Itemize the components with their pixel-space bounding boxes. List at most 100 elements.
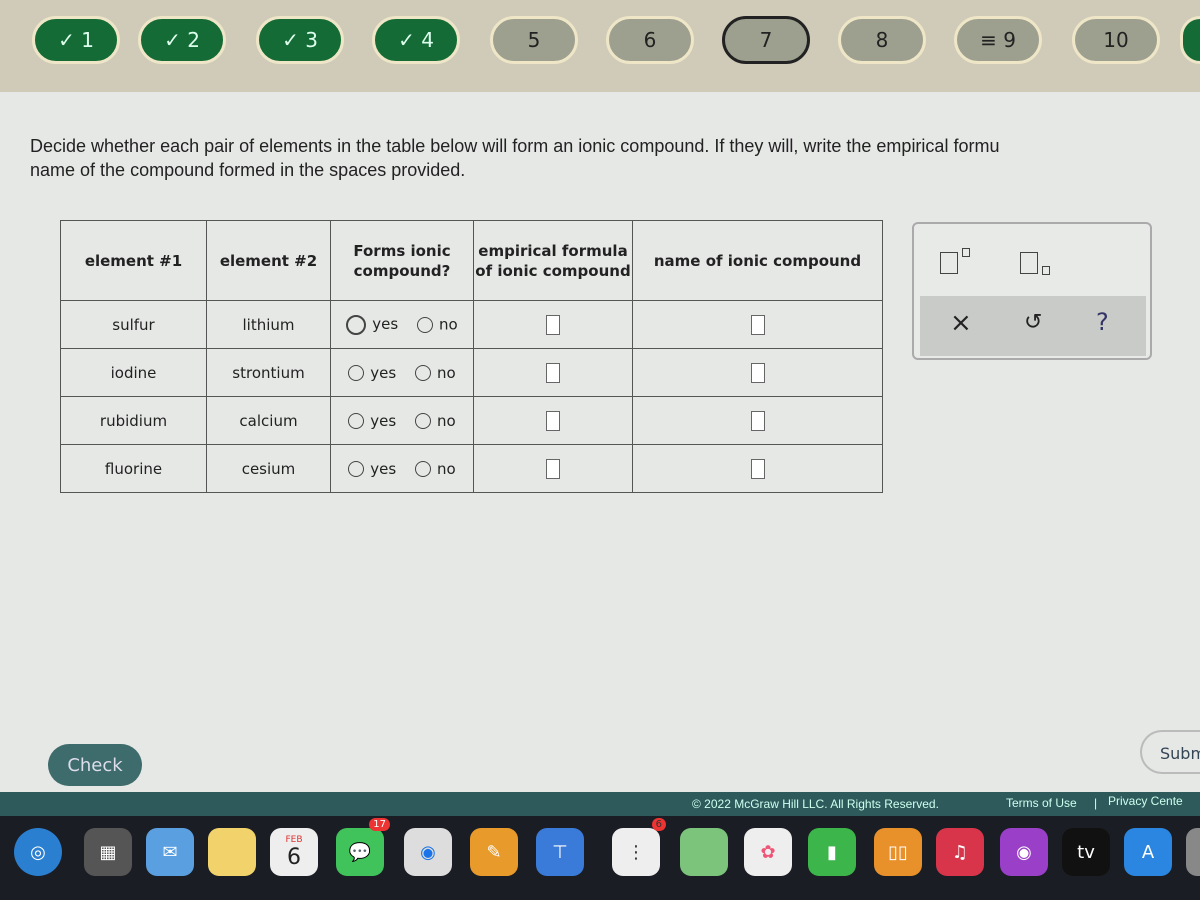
question-6-button[interactable]: 6: [606, 16, 694, 64]
no-label: no: [437, 459, 456, 478]
compound-name-cell: [632, 444, 883, 493]
question-9-button[interactable]: ≡ 9: [954, 16, 1042, 64]
subscript-icon[interactable]: [1020, 252, 1038, 274]
clear-button[interactable]: ×: [950, 308, 972, 338]
no-label: no: [437, 411, 456, 430]
header-name: name of ionic compound: [632, 220, 883, 301]
element1-cell: rubidium: [60, 396, 207, 445]
podcasts-icon[interactable]: ◉: [1000, 828, 1048, 876]
check-button[interactable]: Check: [48, 744, 142, 786]
no-label: no: [437, 363, 456, 382]
ionic-choice-cell: yes no: [330, 396, 474, 445]
element2-cell: cesium: [206, 444, 331, 493]
app-store-icon[interactable]: A: [1124, 828, 1172, 876]
question-5-button[interactable]: 5: [490, 16, 578, 64]
question-prompt: Decide whether each pair of elements in …: [30, 134, 1200, 182]
header-forms-ionic: Forms ionic compound?: [330, 220, 474, 301]
no-radio[interactable]: [415, 365, 431, 381]
compound-name-cell: [632, 348, 883, 397]
notes-icon[interactable]: [208, 828, 256, 876]
reminders-icon[interactable]: ⋮ 6: [612, 818, 666, 876]
dock: ◎ ▦ ✉ FEB 6 💬 17 ◉ ✎ ⊤ ⋮ 6 ✿ ▮ ▯▯ ♫ ◉ tv…: [0, 816, 1200, 900]
no-radio[interactable]: [417, 316, 433, 333]
question-4-button[interactable]: ✓ 4: [372, 16, 460, 64]
privacy-link[interactable]: Privacy Cente: [1108, 794, 1183, 808]
question-nav: ✓ 1 ✓ 2 ✓ 3 ✓ 4 5 6 7 8 ≡ 9 10: [0, 0, 1200, 92]
no-radio[interactable]: [415, 461, 431, 477]
prompt-line: name of the compound formed in the space…: [30, 160, 466, 180]
yes-label: yes: [370, 459, 397, 478]
undo-button[interactable]: ↺: [1024, 310, 1042, 335]
question-3-button[interactable]: ✓ 3: [256, 16, 344, 64]
calendar-icon[interactable]: FEB 6: [270, 828, 318, 876]
launchpad-icon[interactable]: ▦: [84, 828, 132, 876]
tv-icon[interactable]: tv: [1062, 828, 1110, 876]
element1-cell: sulfur: [60, 300, 207, 349]
yes-radio[interactable]: [348, 365, 365, 381]
element1-cell: iodine: [60, 348, 207, 397]
reminders-badge: 6: [651, 818, 666, 831]
question-7-button[interactable]: 7: [722, 16, 810, 64]
maps-icon[interactable]: [680, 828, 728, 876]
subscript-box: [1042, 266, 1050, 275]
superscript-icon[interactable]: [940, 252, 958, 274]
pages-icon[interactable]: ✎: [470, 828, 518, 876]
mail-icon[interactable]: ✉: [146, 828, 194, 876]
chrome-icon[interactable]: ◉: [404, 828, 452, 876]
terms-link[interactable]: Terms of Use: [1006, 796, 1077, 810]
question-8-button[interactable]: 8: [838, 16, 926, 64]
books-icon[interactable]: ▯▯: [874, 828, 922, 876]
calendar-day: 6: [287, 844, 301, 870]
tools-bottom: × ↺ ?: [920, 296, 1146, 356]
question-10-button[interactable]: 10: [1072, 16, 1160, 64]
settings-icon[interactable]: [1186, 828, 1200, 876]
copyright: © 2022 McGraw Hill LLC. All Rights Reser…: [692, 797, 939, 811]
formula-cell: [473, 444, 633, 493]
question-2-button[interactable]: ✓ 2: [138, 16, 226, 64]
compound-name-input[interactable]: [750, 314, 765, 335]
photos-icon[interactable]: ✿: [744, 828, 792, 876]
no-radio[interactable]: [415, 413, 431, 429]
formula-input[interactable]: [546, 362, 560, 383]
yes-radio[interactable]: [348, 461, 365, 477]
tv-label: tv: [1077, 841, 1095, 863]
formula-cell: [473, 396, 633, 445]
ionic-choice-cell: yes no: [330, 300, 474, 349]
no-label: no: [439, 315, 458, 333]
question-1-button[interactable]: ✓ 1: [32, 16, 120, 64]
safari-icon[interactable]: ◎: [14, 828, 62, 876]
keynote-icon[interactable]: ⊤: [536, 828, 584, 876]
formula-input[interactable]: [546, 314, 560, 335]
yes-radio[interactable]: [346, 314, 367, 335]
prompt-line: Decide whether each pair of elements in …: [30, 136, 1000, 156]
question-next-button[interactable]: [1180, 16, 1200, 64]
element2-cell: strontium: [206, 348, 331, 397]
help-button[interactable]: ?: [1096, 308, 1109, 336]
yes-radio[interactable]: [348, 413, 365, 429]
header-element2: element #2: [206, 220, 331, 301]
compound-name-input[interactable]: [750, 458, 765, 479]
header-formula: empirical formula of ionic compound: [473, 220, 633, 301]
submit-button[interactable]: Subm: [1140, 730, 1200, 774]
header-element1: element #1: [60, 220, 207, 301]
element-table: element #1 element #2 Forms ionic compou…: [60, 220, 883, 493]
numbers-icon[interactable]: ▮: [808, 828, 856, 876]
ionic-choice-cell: yes no: [330, 444, 474, 493]
compound-name-input[interactable]: [750, 362, 765, 383]
music-icon[interactable]: ♫: [936, 828, 984, 876]
table-row: fluorine cesium yes no: [60, 444, 883, 493]
yes-label: yes: [372, 315, 399, 333]
compound-name-input[interactable]: [750, 410, 765, 431]
messages-icon[interactable]: 💬 17: [336, 818, 390, 876]
table-row: iodine strontium yes no: [60, 348, 883, 397]
element2-cell: lithium: [206, 300, 331, 349]
yes-label: yes: [370, 363, 397, 382]
formula-input[interactable]: [546, 458, 560, 479]
messages-badge: 17: [369, 818, 390, 831]
formula-input[interactable]: [546, 410, 560, 431]
ionic-choice-cell: yes no: [330, 348, 474, 397]
footer: © 2022 McGraw Hill LLC. All Rights Reser…: [0, 792, 1200, 816]
yes-label: yes: [370, 411, 397, 430]
formula-cell: [473, 300, 633, 349]
formula-cell: [473, 348, 633, 397]
